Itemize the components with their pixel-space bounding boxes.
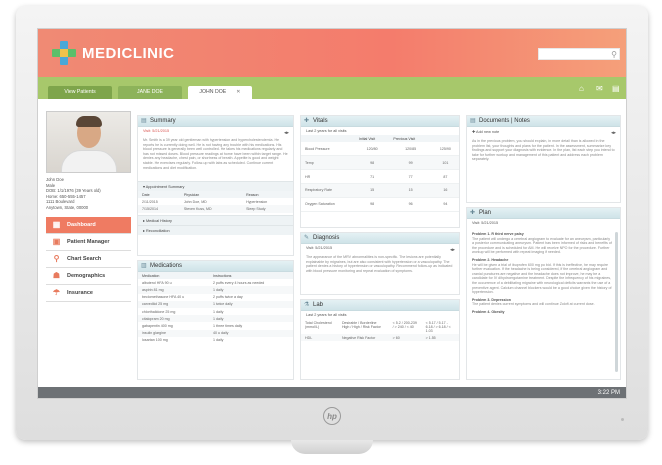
plan-visit-date: Visit: 5/21/2015 bbox=[472, 221, 499, 225]
screen: MEDICLINIC ⚲ View Patients JANE DOE JOHN… bbox=[37, 28, 627, 399]
monitor-frame: MEDICLINIC ⚲ View Patients JANE DOE JOHN… bbox=[16, 6, 648, 440]
table-row[interactable]: Respiratory Rate 15 15 16 bbox=[301, 183, 459, 198]
summary-header: ▤ Summary bbox=[138, 116, 293, 127]
summary-text: Mr. Smith is a 39 year old gentleman wit… bbox=[143, 138, 288, 170]
power-light-icon bbox=[621, 418, 624, 421]
table-row[interactable]: albuterol HFA 90 u2 puffs every 4 hours … bbox=[138, 279, 293, 286]
nav-dashboard[interactable]: ▦ Dashboard bbox=[46, 216, 131, 234]
plan-text: Problem 1. R third nerve palsy The patie… bbox=[467, 227, 620, 372]
documents-text: As in the previous problem, you should e… bbox=[472, 139, 615, 162]
table-row[interactable]: carvedilol 25 mg 1 twice daily bbox=[138, 300, 293, 308]
table-row[interactable]: Oxygen Saturation 98 96 94 bbox=[301, 197, 459, 212]
vitals-icon: ✚ bbox=[304, 118, 310, 124]
medications-icon: ▥ bbox=[141, 263, 147, 269]
document-icon[interactable]: ▤ bbox=[612, 84, 620, 93]
plan-panel: ✚ Plan Visit: 5/21/2015 Problem 1. R thir… bbox=[466, 207, 621, 380]
nav-patient-manager[interactable]: ▣ Patient Manager bbox=[46, 234, 131, 251]
table-row[interactable]: beclomethasone HFA 40 u2 puffs twice a d… bbox=[138, 294, 293, 301]
medications-header: ▥ Medications bbox=[138, 261, 293, 272]
table-row[interactable]: chlorthalidone 25 mg 1 daily bbox=[138, 308, 293, 315]
patient-address-line2: Anytown, State, 00000 bbox=[46, 204, 89, 210]
patient-manager-icon: ▣ bbox=[52, 237, 61, 247]
problem-3-text: The patient denies current symptoms and … bbox=[472, 302, 595, 307]
plan-icon: ✚ bbox=[470, 210, 476, 216]
lab-icon: ⚗ bbox=[304, 302, 310, 308]
hp-logo-icon: hp bbox=[323, 407, 341, 425]
clock-time: 3:22 PM bbox=[597, 390, 620, 396]
problem-2-text: He will be given a trial of ibuprofen 60… bbox=[472, 262, 612, 295]
search-input[interactable]: ⚲ bbox=[538, 48, 620, 60]
table-row[interactable]: HR 71 77 87 bbox=[301, 169, 459, 185]
tab-bar: View Patients JANE DOE JOHN DOE ✕ bbox=[38, 77, 626, 99]
tab-view-patients[interactable]: View Patients bbox=[48, 86, 112, 99]
patient-info: John Doe Male DOB: 1/1/1976 (39 Years ol… bbox=[46, 177, 131, 211]
diagnosis-nav-arrows-icon[interactable]: ◂▸ bbox=[450, 247, 455, 253]
monitor-stand bbox=[291, 440, 373, 454]
plan-header: ✚ Plan bbox=[467, 208, 620, 219]
plan-scrollbar[interactable] bbox=[615, 232, 618, 372]
summary-icon: ▤ bbox=[141, 118, 147, 124]
add-note-button[interactable]: ✚ Add new note bbox=[467, 127, 620, 136]
tab-john-doe[interactable]: JOHN DOE ✕ bbox=[188, 86, 252, 99]
nav-demographics[interactable]: ☗ Demographics bbox=[46, 268, 131, 285]
table-row[interactable]: Total Cholesterol (mmol/L) Desirable / Bo… bbox=[301, 319, 459, 334]
reconciliation-toggle[interactable]: ▸ Reconciliation bbox=[138, 224, 293, 235]
table-row[interactable]: losartan 100 mg 1 daily bbox=[138, 337, 293, 344]
diagnosis-visit-date: Visit: 5/21/2015 bbox=[306, 246, 333, 250]
mail-icon[interactable]: ✉ bbox=[596, 84, 603, 93]
diagnosis-text: The appearance of the MRV abnormalities … bbox=[306, 255, 453, 273]
summary-panel: ▤ Summary Visit: 5/21/2015 ◂▸ Mr. Smith i… bbox=[137, 115, 294, 256]
vitals-table: Initial Visit Previous Visit Blood Pressu… bbox=[301, 135, 459, 212]
vitals-caption: Last 2 years for all visits bbox=[306, 129, 347, 133]
lab-caption: Last 2 years for all visits bbox=[306, 313, 347, 317]
chart-search-icon: ⚲ bbox=[53, 254, 60, 264]
medical-history-toggle[interactable]: ▸ Medical History bbox=[138, 214, 293, 225]
summary-nav-arrows-icon[interactable]: ◂▸ bbox=[284, 130, 289, 136]
appointment-summary-toggle[interactable]: ▾ Appointment Summary bbox=[138, 181, 293, 191]
brand-name: MEDICLINIC bbox=[82, 45, 175, 62]
tab-jane-doe[interactable]: JANE DOE bbox=[118, 86, 182, 99]
medications-table: Medication Instructions albuterol HFA 90 … bbox=[138, 272, 293, 344]
documents-panel: ▤ Documents | Notes ✚ Add new note ◂▸ As … bbox=[466, 115, 621, 203]
lab-header: ⚗ Lab bbox=[301, 300, 459, 311]
top-header: MEDICLINIC ⚲ bbox=[38, 29, 626, 77]
table-row[interactable]: Temp 98 99 101 bbox=[301, 155, 459, 171]
vitals-header: ✚ Vitals bbox=[301, 116, 459, 127]
table-row[interactable]: citalopram 20 mg 1 daily bbox=[138, 315, 293, 323]
demographics-icon: ☗ bbox=[52, 271, 61, 281]
problem-1-text: The patient will undergo a cerebral angi… bbox=[472, 236, 612, 255]
nav-chart-search[interactable]: ⚲ Chart Search bbox=[46, 251, 131, 268]
table-row[interactable]: 2/11/2015 John Doe, MD Hypertension bbox=[138, 198, 293, 205]
table-row[interactable]: HDL Negative Risk Factor > 60 > 1.55 bbox=[301, 334, 459, 342]
table-row[interactable]: aspirin 81 mg 1 daily bbox=[138, 286, 293, 294]
table-row[interactable]: insulin glargine 40 u daily bbox=[138, 329, 293, 337]
problem-4-title: Problem 4. Obesity bbox=[472, 309, 505, 314]
documents-nav-arrows-icon[interactable]: ◂▸ bbox=[611, 130, 616, 136]
lab-panel: ⚗ Lab Last 2 years for all visits Total C… bbox=[300, 299, 460, 380]
documents-icon: ▤ bbox=[470, 118, 476, 124]
search-icon[interactable]: ⚲ bbox=[611, 50, 617, 59]
nav-insurance[interactable]: ☂ Insurance bbox=[46, 285, 131, 302]
documents-header: ▤ Documents | Notes bbox=[467, 116, 620, 127]
patient-photo bbox=[46, 111, 131, 173]
insurance-icon: ☂ bbox=[52, 288, 61, 298]
home-icon[interactable]: ⌂ bbox=[579, 84, 584, 93]
dashboard-icon: ▦ bbox=[52, 220, 61, 230]
table-row[interactable]: 7/15/2014 Steven Kuss, MD Sleep Study bbox=[138, 205, 293, 213]
lab-table: Total Cholesterol (mmol/L) Desirable / Bo… bbox=[301, 319, 459, 342]
vitals-panel: ✚ Vitals Last 2 years for all visits Init… bbox=[300, 115, 460, 228]
medications-panel: ▥ Medications Medication Instructions albu… bbox=[137, 260, 294, 380]
appointment-table: Date Physician Reason 2/11/2015 John Doe, M… bbox=[138, 191, 293, 213]
status-bar: 3:22 PM bbox=[38, 387, 626, 398]
close-tab-icon[interactable]: ✕ bbox=[236, 89, 240, 95]
table-row[interactable]: Blood Pressure 120/80 120/85 125/90 bbox=[301, 142, 459, 157]
diagnosis-panel: ✎ Diagnosis Visit: 5/21/2015 ◂▸ The appea… bbox=[300, 232, 460, 295]
mediclinic-logo-icon bbox=[52, 41, 76, 65]
table-row[interactable]: gabapentin 400 mg 1 three times daily bbox=[138, 322, 293, 329]
diagnosis-header: ✎ Diagnosis bbox=[301, 233, 459, 244]
patient-sidebar: John Doe Male DOB: 1/1/1976 (39 Years ol… bbox=[46, 111, 131, 302]
sidebar-nav: ▦ Dashboard ▣ Patient Manager ⚲ Chart Searc… bbox=[46, 216, 131, 302]
summary-visit-date: Visit: 5/21/2015 bbox=[143, 129, 170, 133]
diagnosis-icon: ✎ bbox=[304, 235, 310, 241]
